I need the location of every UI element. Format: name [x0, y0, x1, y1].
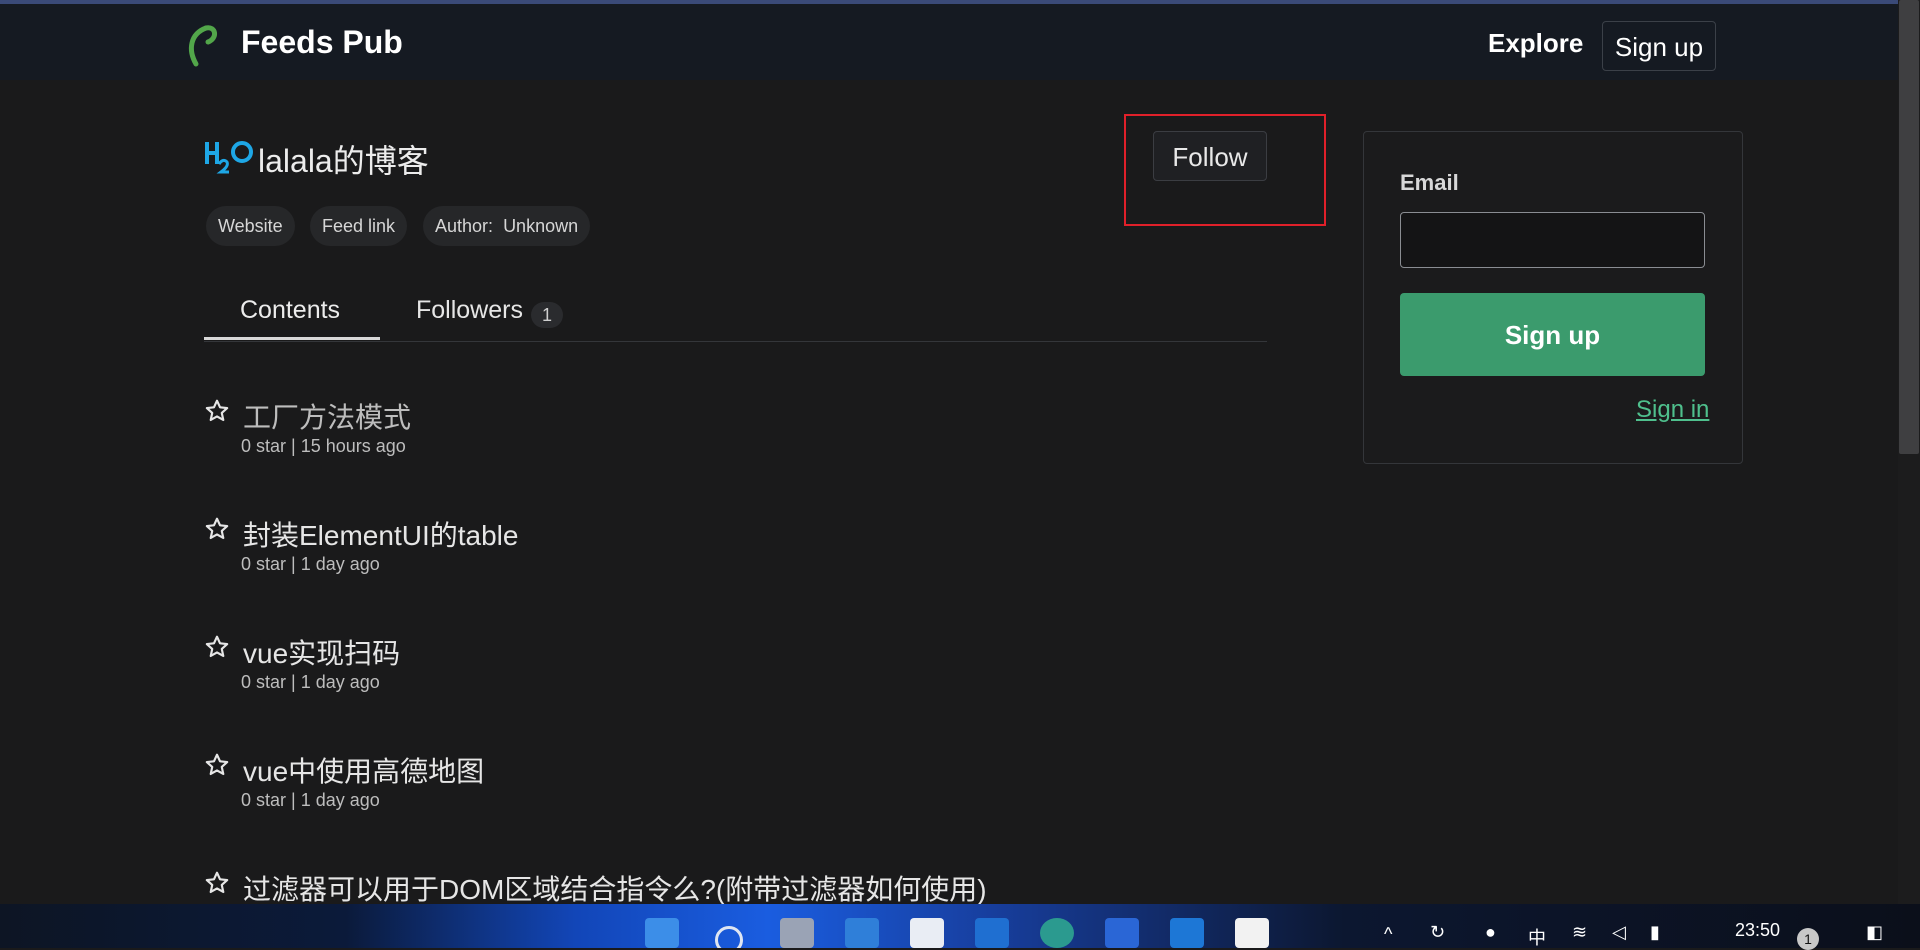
post-meta: 0 star | 1 day ago [241, 790, 380, 810]
list-item: 过滤器可以用于DOM区域结合指令么?(附带过滤器如何使用) [204, 868, 1204, 904]
ime-indicator[interactable]: 中 [1528, 924, 1546, 950]
email-field[interactable] [1400, 212, 1705, 268]
followers-count-badge: 1 [531, 302, 563, 328]
typora-icon[interactable] [1235, 918, 1269, 948]
post-title[interactable]: vue实现扫码 [243, 632, 400, 672]
tab-followers[interactable]: Followers [416, 296, 523, 325]
website-link-pill[interactable]: Website [206, 206, 295, 246]
list-item: 封装ElementUI的table 0 star | 1 day ago [204, 514, 1204, 594]
email-label: Email [1400, 170, 1459, 195]
wifi-icon[interactable]: ≋ [1572, 922, 1587, 943]
star-icon[interactable] [204, 634, 230, 660]
tab-contents[interactable]: Contents [240, 296, 340, 325]
brand-name[interactable]: Feeds Pub [241, 24, 403, 61]
leaf-logo-icon[interactable] [186, 20, 222, 68]
feed-title: lalala的博客 [258, 143, 429, 179]
notification-badge[interactable]: 1 [1797, 928, 1819, 950]
list-item: 工厂方法模式 0 star | 15 hours ago [204, 396, 1204, 476]
volume-icon[interactable]: ◁ [1612, 922, 1626, 943]
star-icon[interactable] [204, 870, 230, 896]
follow-button[interactable]: Follow [1153, 131, 1267, 181]
active-tab-indicator [204, 337, 380, 340]
system-clock[interactable]: 23:50 [1735, 920, 1780, 941]
feed-link-pill[interactable]: Feed link [310, 206, 408, 246]
top-nav: Feeds Pub Explore Sign up [0, 0, 1898, 80]
widgets-icon[interactable] [845, 918, 879, 948]
author-pill: Author: Unknown [423, 206, 591, 246]
list-item: vue中使用高德地图 0 star | 1 day ago [204, 750, 1204, 830]
chevron-up-icon[interactable]: ^ [1384, 924, 1392, 945]
todo-check-icon[interactable] [1170, 918, 1204, 948]
task-view-icon[interactable] [780, 918, 814, 948]
h2o-feed-icon [205, 141, 253, 174]
search-icon[interactable] [715, 926, 743, 948]
signup-button[interactable]: Sign up [1400, 293, 1705, 376]
post-title[interactable]: 封装ElementUI的table [243, 514, 518, 554]
post-title[interactable]: 过滤器可以用于DOM区域结合指令么?(附带过滤器如何使用) [243, 868, 987, 904]
app-tray-icon[interactable]: ● [1485, 922, 1496, 943]
taskbar [0, 904, 1920, 948]
post-meta: 0 star | 15 hours ago [241, 436, 406, 456]
rx-app-icon[interactable] [1105, 918, 1139, 948]
nav-explore-link[interactable]: Explore [1488, 28, 1583, 59]
star-icon[interactable] [204, 752, 230, 778]
post-title[interactable]: 工厂方法模式 [243, 396, 411, 436]
star-icon[interactable] [204, 516, 230, 542]
page-scrollbar-thumb[interactable] [1899, 0, 1919, 454]
start-menu-icon[interactable] [645, 918, 679, 948]
list-item: vue实现扫码 0 star | 1 day ago [204, 632, 1204, 712]
notification-center-icon[interactable]: ◧ [1866, 922, 1883, 943]
store-icon[interactable] [910, 918, 944, 948]
post-meta: 0 star | 1 day ago [241, 554, 380, 574]
signin-link[interactable]: Sign in [1636, 396, 1709, 424]
sync-icon[interactable]: ↻ [1430, 922, 1445, 943]
author-value: Unknown [503, 216, 579, 236]
post-meta: 0 star | 1 day ago [241, 672, 380, 692]
outlook-icon[interactable] [975, 918, 1009, 948]
tabs-divider [204, 341, 1267, 342]
nav-signup-button[interactable]: Sign up [1602, 21, 1716, 71]
post-title[interactable]: vue中使用高德地图 [243, 750, 484, 790]
edge-browser-icon[interactable] [1040, 918, 1074, 948]
battery-icon[interactable]: ▮ [1650, 922, 1660, 943]
star-icon[interactable] [204, 398, 230, 424]
author-label: Author: [435, 216, 494, 236]
